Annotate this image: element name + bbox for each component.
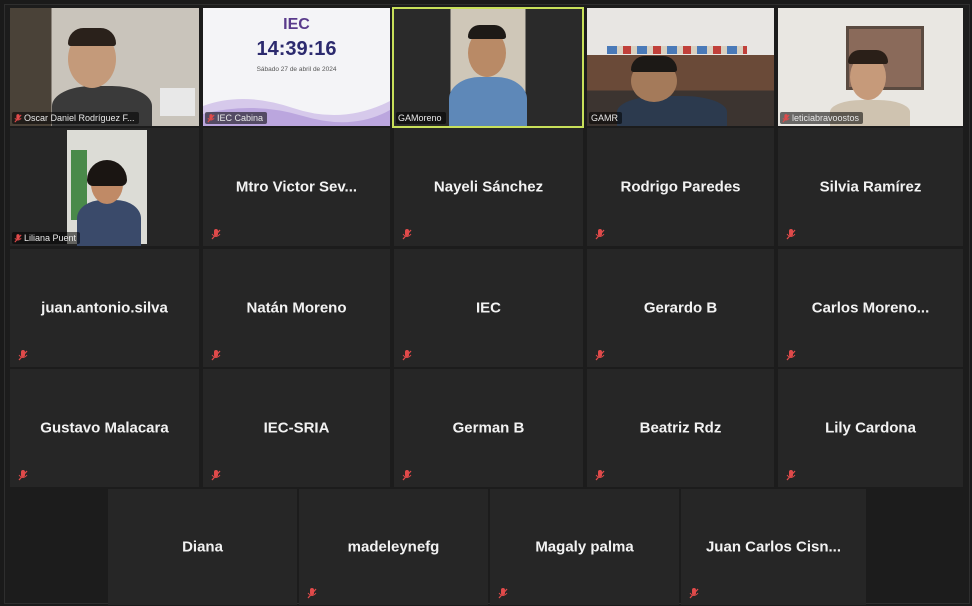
mic-muted-icon [18, 470, 28, 481]
video-feed [394, 9, 582, 126]
participant-name: Carlos Moreno... [811, 299, 930, 317]
participant-name: German B [452, 419, 525, 437]
participant-name: Gustavo Malacara [40, 419, 169, 437]
mic-muted-icon [595, 470, 605, 481]
participant-tile[interactable]: Rodrigo Paredes [587, 128, 774, 246]
participant-tile[interactable]: Carlos Moreno... [778, 249, 963, 367]
participant-name: Oscar Daniel Rodríguez F... [24, 113, 135, 123]
participant-tile[interactable]: madeleynefg [299, 489, 488, 605]
participant-tile[interactable]: German B [394, 369, 583, 487]
mic-muted-icon [786, 229, 796, 240]
video-feed [67, 130, 147, 246]
participant-name: leticiabravoostos [792, 113, 860, 123]
mic-muted-icon [307, 588, 317, 599]
mic-muted-icon [211, 470, 221, 481]
participant-name: Lily Cardona [825, 419, 916, 437]
participant-name: IEC-SRIA [263, 419, 330, 437]
participant-label: Oscar Daniel Rodríguez F... [12, 112, 139, 124]
mic-muted-icon [211, 350, 221, 361]
participant-name: Beatriz Rdz [639, 419, 722, 437]
participant-name: Magaly palma [535, 538, 634, 556]
video-tile-leticia[interactable]: leticiabravoostos [778, 8, 963, 126]
mic-muted-icon [595, 350, 605, 361]
iec-logo: IEC [283, 16, 310, 33]
participant-name: IEC Cabina [217, 113, 264, 123]
participant-label: GAMoreno [396, 112, 446, 124]
participant-name: madeleynefg [347, 538, 440, 556]
participant-name: Mtro Victor Sev... [235, 178, 358, 196]
participant-tile[interactable]: Mtro Victor Sev... [203, 128, 390, 246]
participant-tile[interactable]: Beatriz Rdz [587, 369, 774, 487]
participant-name: IEC [475, 299, 501, 317]
participant-tile[interactable]: IEC [394, 249, 583, 367]
participant-tile[interactable]: Nayeli Sánchez [394, 128, 583, 246]
participant-name: Diana [182, 538, 223, 556]
participant-tile[interactable]: Diana [108, 489, 297, 605]
participant-name: Liliana Puent [24, 233, 77, 243]
participant-label: leticiabravoostos [780, 112, 864, 124]
video-tile-gamr[interactable]: GAMR [587, 8, 774, 126]
participant-label: IEC Cabina [205, 112, 268, 124]
participant-tile[interactable]: Lily Cardona [778, 369, 963, 487]
mic-muted-icon [211, 229, 221, 240]
mic-muted-icon [402, 229, 412, 240]
participant-label: GAMR [589, 112, 622, 124]
participant-tile[interactable]: IEC-SRIA [203, 369, 390, 487]
video-feed [587, 8, 774, 126]
mic-muted-icon [782, 113, 790, 122]
participant-tile[interactable]: Gustavo Malacara [10, 369, 199, 487]
mic-muted-icon [14, 233, 22, 242]
participant-name: Nayeli Sánchez [433, 178, 544, 196]
participant-name: GAMoreno [398, 113, 442, 123]
participant-tile[interactable]: Silvia Ramírez [778, 128, 963, 246]
mic-muted-icon [689, 588, 699, 599]
participant-name: Silvia Ramírez [819, 178, 922, 196]
mic-muted-icon [786, 470, 796, 481]
video-tile-oscar[interactable]: Oscar Daniel Rodríguez F... [10, 8, 199, 126]
mic-muted-icon [595, 229, 605, 240]
participant-name: Natán Moreno [246, 299, 347, 317]
mic-muted-icon [402, 350, 412, 361]
mic-muted-icon [402, 470, 412, 481]
clock-date: Sábado 27 de abril de 2024 [256, 66, 337, 73]
shared-screen-clock: IEC 14:39:16 Sábado 27 de abril de 2024 [203, 8, 390, 126]
video-feed [10, 8, 199, 126]
video-tile-gamoreno[interactable]: GAMoreno [392, 7, 584, 128]
participant-tile[interactable]: Magaly palma [490, 489, 679, 605]
participant-name: Gerardo B [643, 299, 718, 317]
video-tile-iec-cabina[interactable]: IEC 14:39:16 Sábado 27 de abril de 2024 … [203, 8, 390, 126]
mic-muted-icon [18, 350, 28, 361]
clock-time: 14:39:16 [256, 38, 337, 60]
mic-muted-icon [498, 588, 508, 599]
participant-tile[interactable]: Natán Moreno [203, 249, 390, 367]
participant-name: juan.antonio.silva [41, 299, 168, 317]
participant-tile[interactable]: juan.antonio.silva [10, 249, 199, 367]
participant-name: Juan Carlos Cisn... [705, 538, 842, 556]
participant-label: Liliana Puent [12, 232, 81, 244]
participant-name: Rodrigo Paredes [620, 178, 741, 196]
participant-name: GAMR [591, 113, 618, 123]
mic-muted-icon [786, 350, 796, 361]
participant-tile[interactable]: Gerardo B [587, 249, 774, 367]
mic-muted-icon [207, 113, 215, 122]
video-feed [778, 8, 963, 126]
participant-tile[interactable]: Juan Carlos Cisn... [681, 489, 866, 605]
mic-muted-icon [14, 113, 22, 122]
video-tile-liliana[interactable]: Liliana Puent [10, 128, 199, 246]
